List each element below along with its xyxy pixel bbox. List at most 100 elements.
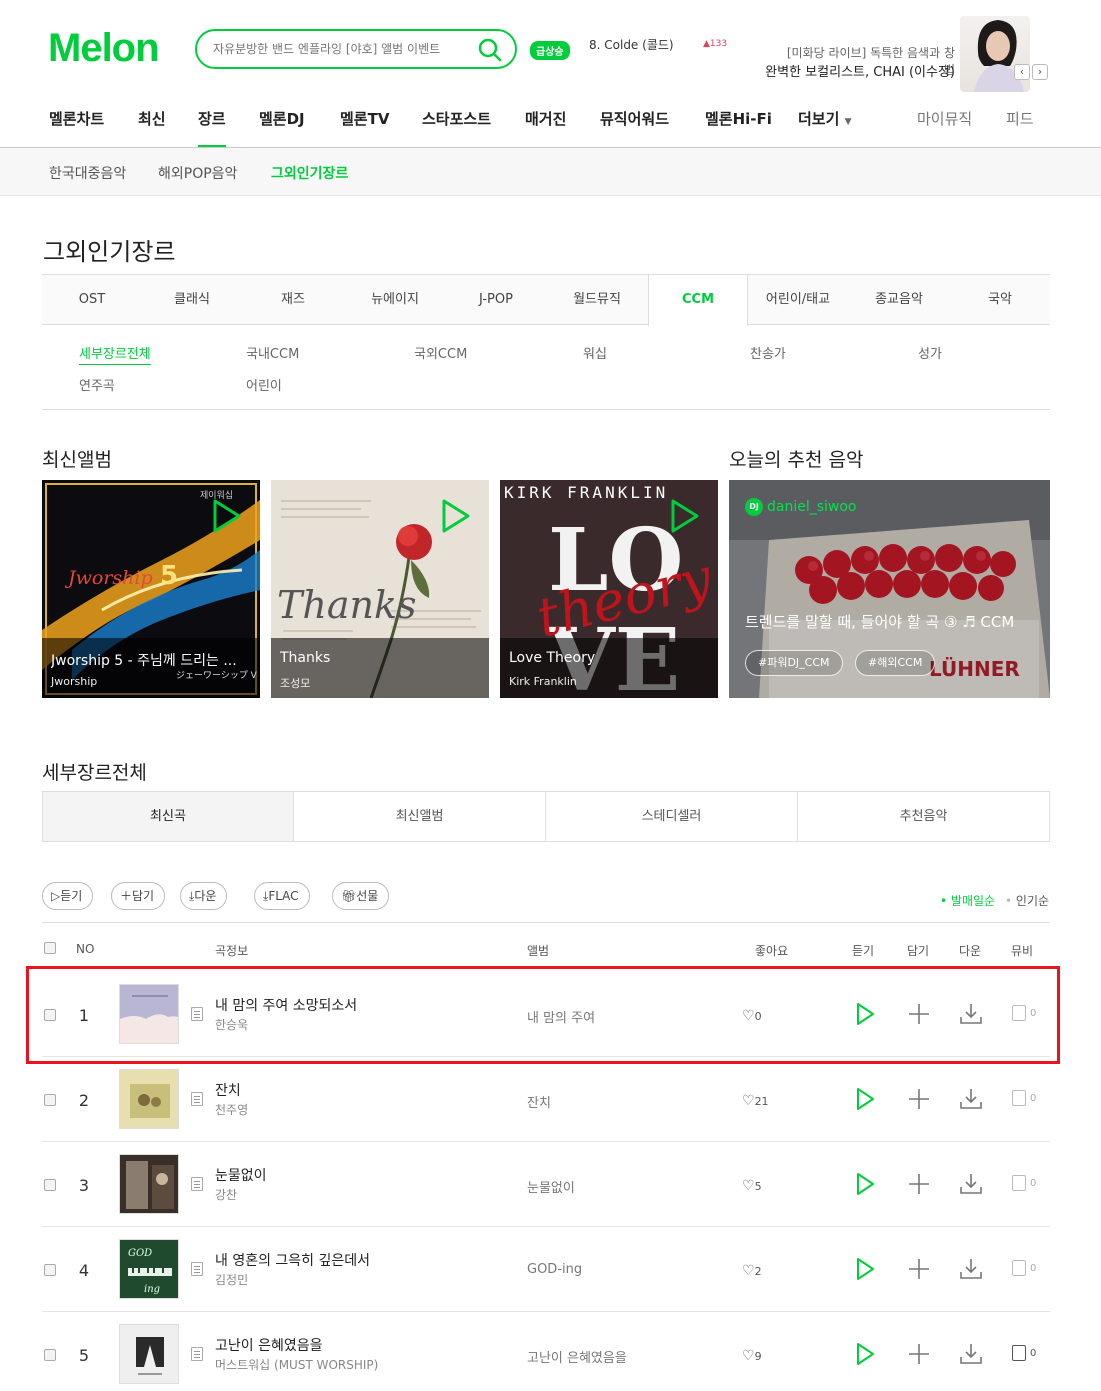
album-card[interactable]: Jworship 5 제이워십 Jworship 5 - 주님께 드리는 ...… bbox=[42, 480, 260, 698]
plus-icon[interactable] bbox=[906, 1171, 932, 1197]
download-button[interactable]: ⤓다운 bbox=[180, 882, 228, 910]
subgenre-instrumental[interactable]: 연주곡 bbox=[79, 375, 115, 394]
song-info-icon[interactable] bbox=[191, 1347, 203, 1361]
download-icon[interactable] bbox=[958, 1171, 984, 1197]
subgenre-children[interactable]: 어린이 bbox=[246, 375, 282, 394]
tab-world[interactable]: 월드뮤직 bbox=[546, 275, 648, 325]
song-info-icon[interactable] bbox=[191, 1262, 203, 1276]
mv-icon[interactable] bbox=[1012, 1345, 1026, 1361]
subnav-other-genres[interactable]: 그외인기장르 bbox=[271, 163, 348, 183]
play-icon[interactable] bbox=[852, 1256, 878, 1282]
plus-icon[interactable] bbox=[906, 1086, 932, 1112]
tab-kids[interactable]: 어린이/태교 bbox=[748, 275, 848, 325]
nav-latest[interactable]: 최신 bbox=[138, 108, 166, 129]
row-checkbox[interactable] bbox=[44, 1094, 56, 1106]
search-box[interactable] bbox=[195, 29, 517, 69]
sort-release[interactable]: • 발매일순 bbox=[940, 892, 995, 909]
row-checkbox[interactable] bbox=[44, 1179, 56, 1191]
play-icon[interactable] bbox=[441, 498, 471, 534]
play-all-button[interactable]: ▷듣기 bbox=[42, 882, 94, 910]
download-icon[interactable] bbox=[958, 1086, 984, 1112]
promo-artist-image[interactable] bbox=[960, 16, 1030, 92]
tab-gugak[interactable]: 국악 bbox=[950, 275, 1050, 325]
like-button[interactable]: ♡2 bbox=[742, 1263, 762, 1279]
play-icon[interactable] bbox=[852, 1086, 878, 1112]
subgenre-domestic-ccm[interactable]: 국내CCM bbox=[246, 343, 299, 362]
tab-ccm[interactable]: CCM bbox=[648, 274, 748, 326]
album-card[interactable]: KIRK FRANKLIN LO VE theory Love Theory K… bbox=[500, 480, 718, 698]
album-title[interactable]: Jworship 5 - 주님께 드리는 ... bbox=[51, 650, 251, 670]
song-info-icon[interactable] bbox=[191, 1092, 203, 1106]
tag-button[interactable]: #파워DJ_CCM bbox=[745, 650, 843, 676]
flac-button[interactable]: ⤓FLAC bbox=[254, 882, 310, 910]
play-icon[interactable] bbox=[670, 498, 700, 534]
tab-latest-albums[interactable]: 최신앨범 bbox=[294, 792, 546, 841]
tab-religion[interactable]: 종교음악 bbox=[848, 275, 950, 325]
album-thumbnail[interactable] bbox=[119, 1324, 179, 1384]
row-checkbox[interactable] bbox=[44, 1264, 56, 1276]
tab-latest-songs[interactable]: 최신곡 bbox=[43, 792, 294, 841]
nav-more[interactable]: 더보기 ▼ bbox=[798, 108, 852, 129]
select-all-checkbox[interactable] bbox=[44, 942, 56, 954]
promo-prev-button[interactable]: ‹ bbox=[1014, 64, 1030, 80]
song-album[interactable]: 눈물없이 bbox=[527, 1177, 575, 1196]
sort-popular[interactable]: • 인기순 bbox=[1005, 892, 1049, 909]
tab-steady-sellers[interactable]: 스테디셀러 bbox=[546, 792, 798, 841]
tab-newage[interactable]: 뉴에이지 bbox=[344, 275, 446, 325]
nav-melon-tv[interactable]: 멜론TV bbox=[340, 108, 389, 129]
album-thumbnail[interactable]: GOD ing bbox=[119, 1239, 179, 1299]
subnav-pop[interactable]: 해외POP음악 bbox=[158, 163, 237, 183]
nav-my-music[interactable]: 마이뮤직 bbox=[917, 108, 972, 129]
song-title[interactable]: 고난이 은혜였음을 bbox=[215, 1335, 323, 1355]
melon-logo[interactable]: Melon bbox=[48, 26, 160, 71]
album-card[interactable]: Thanks Thanks 조성모 bbox=[271, 480, 489, 698]
subgenre-hymn[interactable]: 찬송가 bbox=[750, 343, 786, 362]
song-artist[interactable]: 머스트워십 (MUST WORSHIP) bbox=[215, 1356, 378, 1373]
promo-title[interactable]: 완벽한 보컬리스트, CHAI (이수정) bbox=[755, 61, 955, 80]
search-input[interactable] bbox=[213, 39, 463, 59]
recommend-card[interactable]: LÜHNER DJdaniel_siwoo 트렌드를 말할 때, 들어야 할 곡… bbox=[729, 480, 1050, 698]
tab-ost[interactable]: OST bbox=[42, 275, 142, 325]
album-artist[interactable]: Kirk Franklin bbox=[509, 675, 577, 688]
subgenre-foreign-ccm[interactable]: 국외CCM bbox=[414, 343, 467, 362]
rising-keyword[interactable]: 8. Colde (콜드) bbox=[589, 36, 674, 52]
album-thumbnail[interactable] bbox=[119, 1069, 179, 1129]
mv-icon[interactable] bbox=[1012, 1260, 1026, 1276]
like-button[interactable]: ♡9 bbox=[742, 1348, 762, 1364]
dj-name[interactable]: DJ daniel_siwoo bbox=[745, 498, 857, 516]
song-album[interactable]: 잔치 bbox=[527, 1092, 551, 1111]
album-artist[interactable]: Jworship bbox=[51, 675, 97, 688]
mv-icon[interactable] bbox=[1012, 1090, 1026, 1106]
tag-button[interactable]: #해외CCM bbox=[855, 650, 936, 676]
table-row[interactable]: 2 잔치 천주영 잔치 ♡21 0 bbox=[42, 1057, 1050, 1142]
tab-classic[interactable]: 클래식 bbox=[142, 275, 242, 325]
nav-chart[interactable]: 멜론차트 bbox=[49, 108, 104, 129]
song-artist[interactable]: 김정민 bbox=[215, 1271, 248, 1288]
play-icon[interactable] bbox=[852, 1341, 878, 1367]
tab-jazz[interactable]: 재즈 bbox=[242, 275, 344, 325]
plus-icon[interactable] bbox=[906, 1341, 932, 1367]
nav-music-award[interactable]: 뮤직어워드 bbox=[600, 108, 669, 129]
song-title[interactable]: 내 영혼의 그윽히 깊은데서 bbox=[215, 1250, 370, 1270]
song-artist[interactable]: 천주영 bbox=[215, 1101, 248, 1118]
download-icon[interactable] bbox=[958, 1341, 984, 1367]
recommend-text[interactable]: 트렌드를 말할 때, 들어야 할 곡 ③ ♬ CCM bbox=[745, 611, 1014, 632]
song-artist[interactable]: 강찬 bbox=[215, 1186, 237, 1203]
table-row[interactable]: 4 GOD ing 내 영혼의 그윽히 깊은데서 김정민 GOD-ing ♡2 0 bbox=[42, 1227, 1050, 1312]
nav-starpost[interactable]: 스타포스트 bbox=[422, 108, 491, 129]
nav-magazine[interactable]: 매거진 bbox=[525, 108, 566, 129]
nav-hifi[interactable]: 멜론Hi-Fi bbox=[705, 108, 772, 129]
song-title[interactable]: 눈물없이 bbox=[215, 1165, 267, 1185]
nav-feed[interactable]: 피드 bbox=[1006, 108, 1034, 129]
song-title[interactable]: 잔치 bbox=[215, 1080, 241, 1100]
gift-button[interactable]: 🎁︎선물 bbox=[332, 882, 390, 910]
search-icon[interactable] bbox=[477, 37, 503, 63]
album-artist[interactable]: 조성모 bbox=[280, 675, 310, 691]
album-title[interactable]: Thanks bbox=[280, 650, 480, 666]
table-row[interactable]: 3 눈물없이 강찬 눈물없이 ♡5 0 bbox=[42, 1142, 1050, 1227]
song-info-icon[interactable] bbox=[191, 1177, 203, 1191]
row-checkbox[interactable] bbox=[44, 1349, 56, 1361]
album-thumbnail[interactable] bbox=[119, 1154, 179, 1214]
subgenre-worship[interactable]: 워십 bbox=[583, 343, 607, 362]
like-button[interactable]: ♡5 bbox=[742, 1178, 762, 1194]
